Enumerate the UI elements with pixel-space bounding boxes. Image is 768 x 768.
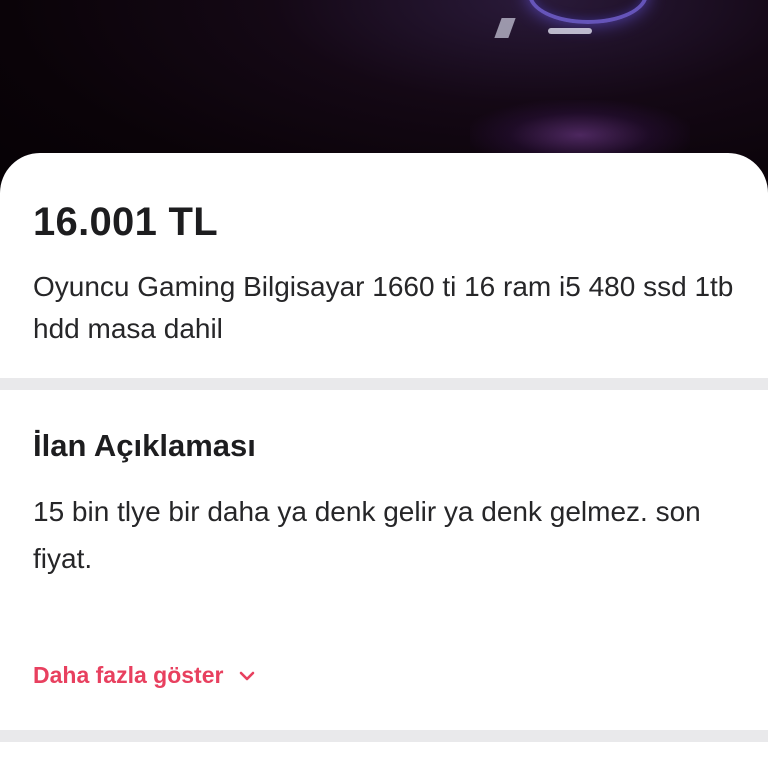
show-more-label: Daha fazla göster <box>33 662 224 688</box>
listing-detail-screen: 16.001 TL Oyuncu Gaming Bilgisayar 1660 … <box>0 0 768 768</box>
photo-light-ring <box>528 0 648 24</box>
listing-title: Oyuncu Gaming Bilgisayar 1660 ti 16 ram … <box>33 271 734 344</box>
photo-light-bar <box>548 28 592 34</box>
next-section-card <box>0 742 768 768</box>
listing-price: 16.001 TL <box>33 200 219 244</box>
description-heading: İlan Açıklaması <box>33 428 256 463</box>
description-text: 15 bin tlye bir daha ya denk gelir ya de… <box>33 496 701 574</box>
show-more-button[interactable]: Daha fazla göster <box>33 662 257 689</box>
photo-light-accent <box>494 18 516 38</box>
chevron-down-icon <box>237 666 257 686</box>
